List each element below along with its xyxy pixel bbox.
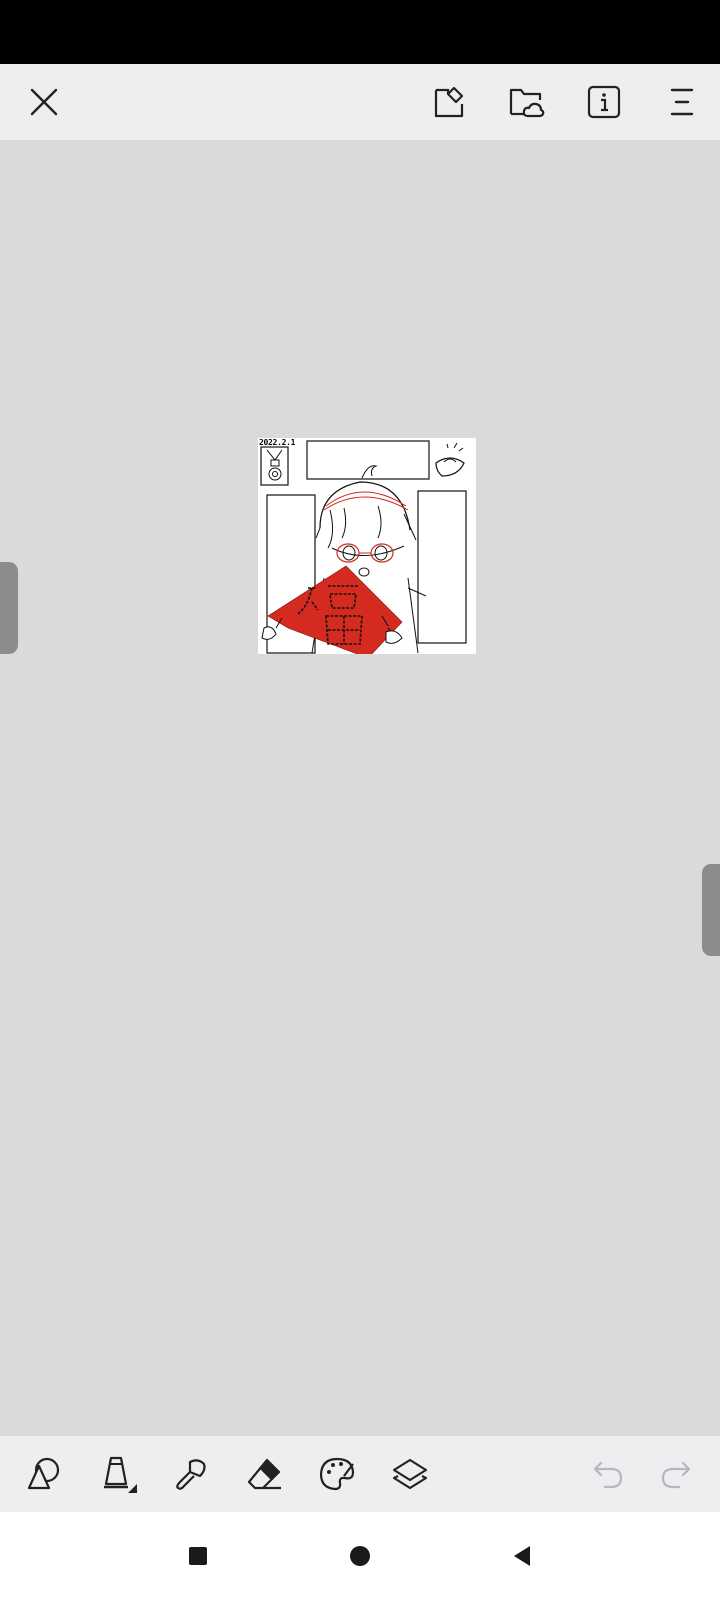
status-bar [0, 0, 720, 64]
eraser-icon [247, 1458, 281, 1490]
brush-icon [176, 1459, 206, 1490]
back-icon [514, 1546, 530, 1566]
recents-button[interactable] [168, 1526, 228, 1586]
cloud-folder-icon [509, 88, 545, 118]
menu-icon [670, 88, 694, 116]
cloud-folder-button[interactable] [497, 72, 557, 132]
home-button[interactable] [330, 1526, 390, 1586]
brush-tool[interactable] [160, 1444, 220, 1504]
bucket-tool[interactable] [88, 1444, 148, 1504]
layers-icon [392, 1458, 428, 1490]
left-panel-handle[interactable] [0, 562, 18, 654]
eraser-tool[interactable] [234, 1444, 294, 1504]
canvas-area[interactable] [0, 140, 720, 1436]
system-navigation-bar [0, 1512, 720, 1600]
artwork-drawing [260, 440, 467, 654]
close-icon [30, 88, 58, 116]
palette-tool[interactable] [307, 1444, 367, 1504]
undo-icon [593, 1461, 623, 1489]
recents-icon [189, 1547, 207, 1565]
info-button[interactable] [574, 72, 634, 132]
layers-tool[interactable] [380, 1444, 440, 1504]
close-button[interactable] [14, 72, 74, 132]
top-toolbar [0, 64, 720, 140]
undo-button[interactable] [578, 1444, 638, 1504]
share-button[interactable] [420, 72, 480, 132]
artwork-canvas[interactable]: 2022.2.1 [258, 438, 476, 654]
home-icon [350, 1546, 370, 1566]
right-panel-handle[interactable] [702, 864, 720, 956]
redo-button[interactable] [646, 1444, 706, 1504]
menu-button[interactable] [652, 72, 712, 132]
bottom-toolbar [0, 1436, 720, 1512]
bucket-icon [104, 1456, 137, 1493]
palette-icon [319, 1457, 355, 1491]
shapes-tool[interactable] [14, 1444, 74, 1504]
shapes-icon [27, 1457, 60, 1490]
share-icon [434, 86, 464, 118]
back-button[interactable] [493, 1526, 553, 1586]
info-icon [587, 85, 621, 119]
redo-icon [661, 1461, 691, 1489]
